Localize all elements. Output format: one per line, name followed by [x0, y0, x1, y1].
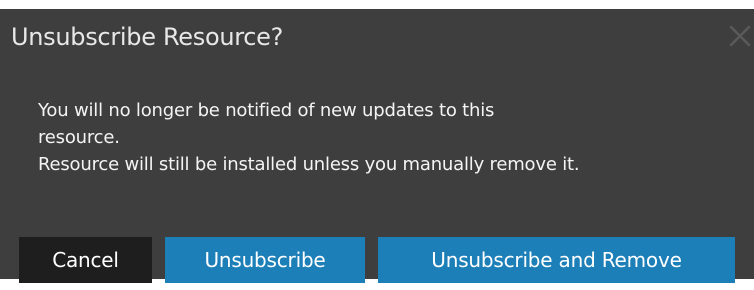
unsubscribe-and-remove-button[interactable]: Unsubscribe and Remove: [378, 237, 735, 283]
close-icon: [729, 25, 751, 47]
message-line-3: Resource will still be installed unless …: [38, 154, 580, 175]
message-line-1: You will no longer be notified of new up…: [38, 100, 495, 121]
dialog-message: You will no longer be notified of new up…: [38, 97, 738, 178]
dialog-title: Unsubscribe Resource?: [11, 23, 284, 51]
unsubscribe-button[interactable]: Unsubscribe: [165, 237, 365, 283]
unsubscribe-dialog: Unsubscribe Resource? You will no longer…: [0, 9, 754, 283]
message-line-2: resource.: [38, 127, 120, 148]
cancel-button[interactable]: Cancel: [19, 237, 152, 283]
close-button[interactable]: [726, 20, 754, 52]
